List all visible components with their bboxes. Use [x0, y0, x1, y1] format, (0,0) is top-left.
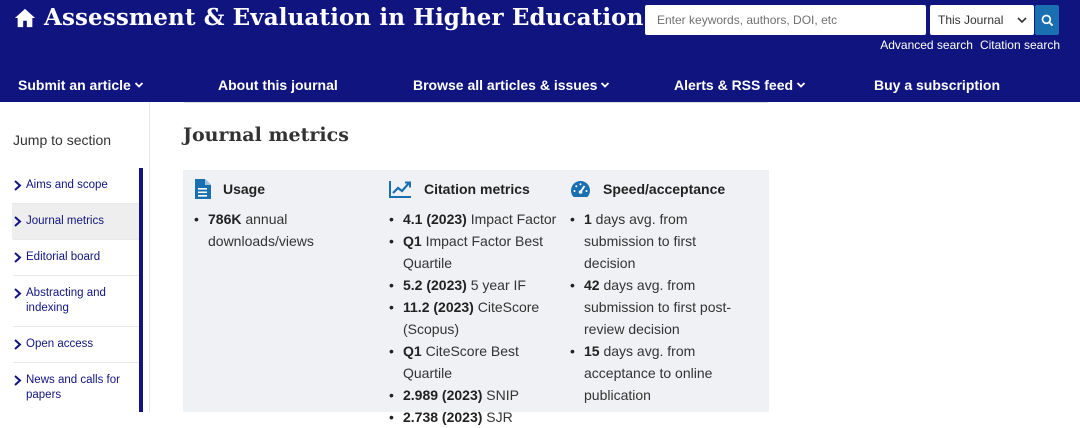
chevron-down-icon: [796, 82, 806, 88]
sidebar-item-label: Editorial board: [26, 251, 101, 263]
sidebar-item-news-calls[interactable]: News and calls for papers: [13, 362, 139, 413]
nav-label: Browse all articles & issues: [413, 77, 598, 93]
speed-column: Speed/acceptance 1 days avg. from submis…: [570, 170, 740, 406]
chevron-right-icon: [14, 252, 22, 263]
chevron-down-icon: [601, 82, 610, 88]
trend-chart-icon: [389, 181, 411, 198]
nav-buy-subscription[interactable]: Buy a subscription: [874, 77, 1000, 93]
usage-heading-label: Usage: [223, 181, 266, 197]
usage-list: 786K annual downloads/views: [194, 208, 384, 252]
chevron-right-icon: [14, 339, 22, 350]
metrics-panel: Usage 786K annual downloads/views Citati…: [183, 170, 769, 428]
journal-brand[interactable]: Assessment & Evaluation in Higher Educat…: [14, 4, 643, 31]
chevron-right-icon: [14, 180, 22, 191]
document-icon: [195, 179, 211, 199]
sidebar-item-label: News and calls for papers: [26, 374, 120, 401]
site-header: Assessment & Evaluation in Higher Educat…: [0, 0, 1080, 102]
nav-label: Alerts & RSS feed: [674, 77, 794, 93]
chevron-down-icon: [134, 82, 143, 88]
speed-list: 1 days avg. from submission to first dec…: [570, 208, 740, 406]
nav-browse-articles[interactable]: Browse all articles & issues: [413, 77, 610, 93]
sidebar-item-label: Aims and scope: [26, 179, 108, 191]
search-icon: [1041, 14, 1053, 26]
list-item: 15 days avg. from acceptance to online p…: [570, 340, 740, 406]
jump-section-list: Aims and scope Journal metrics Editorial…: [12, 168, 139, 413]
chevron-down-icon: [1017, 17, 1027, 24]
usage-column: Usage 786K annual downloads/views: [194, 170, 384, 252]
list-item: 11.2 (2023) CiteScore (Scopus): [389, 296, 567, 340]
sidebar-item-open-access[interactable]: Open access: [13, 326, 139, 362]
citation-heading-label: Citation metrics: [424, 181, 530, 197]
sidebar-item-label: Open access: [26, 338, 94, 350]
sidebar-item-editorial-board[interactable]: Editorial board: [13, 239, 139, 275]
sidebar-item-journal-metrics[interactable]: Journal metrics: [12, 203, 139, 239]
list-item: Q1 CiteScore Best Quartile: [389, 340, 567, 384]
nav-alerts-rss[interactable]: Alerts & RSS feed: [674, 77, 806, 93]
citation-column: Citation metrics 4.1 (2023) Impact Facto…: [389, 170, 567, 428]
list-item: Q1 Impact Factor Best Quartile: [389, 230, 567, 274]
content-divider: [184, 102, 768, 103]
journal-title[interactable]: Assessment & Evaluation in Higher Educat…: [44, 4, 643, 31]
citation-heading: Citation metrics: [389, 170, 567, 208]
citation-search-link[interactable]: Citation search: [980, 38, 1060, 52]
chevron-right-icon: [14, 288, 22, 299]
nav-about-journal[interactable]: About this journal: [218, 77, 338, 93]
list-item: 2.989 (2023) SNIP: [389, 384, 567, 406]
sidebar-accent-bar: [139, 168, 143, 412]
nav-submit-article[interactable]: Submit an article: [18, 77, 144, 93]
list-item: 2.738 (2023) SJR: [389, 406, 567, 428]
list-item: 1 days avg. from submission to first dec…: [570, 208, 740, 274]
chevron-right-icon: [14, 375, 22, 386]
speed-heading: Speed/acceptance: [570, 170, 740, 208]
section-title: Journal metrics: [183, 124, 349, 146]
search-links: Advanced search Citation search: [880, 38, 1060, 52]
sidebar-item-aims-scope[interactable]: Aims and scope: [13, 168, 139, 203]
search-button[interactable]: [1035, 5, 1059, 35]
sidebar-item-abstracting-indexing[interactable]: Abstracting and indexing: [13, 275, 139, 326]
main-nav: Submit an article About this journal Bro…: [0, 68, 1080, 102]
nav-label: Submit an article: [18, 77, 131, 93]
jump-to-section-title: Jump to section: [13, 132, 112, 148]
nav-label: Buy a subscription: [874, 77, 1001, 93]
advanced-search-link[interactable]: Advanced search: [880, 38, 973, 52]
home-icon: [14, 8, 36, 27]
sidebar-item-label: Abstracting and indexing: [26, 287, 106, 314]
usage-heading: Usage: [194, 170, 384, 208]
search-scope-select[interactable]: This Journal: [930, 5, 1034, 35]
citation-list: 4.1 (2023) Impact Factor Q1 Impact Facto…: [389, 208, 567, 428]
speedometer-icon: [571, 181, 590, 197]
search-input[interactable]: [645, 5, 926, 35]
chevron-right-icon: [14, 216, 22, 227]
list-item: 5.2 (2023) 5 year IF: [389, 274, 567, 296]
list-item: 4.1 (2023) Impact Factor: [389, 208, 567, 230]
search-scope-value: This Journal: [938, 13, 1004, 27]
speed-heading-label: Speed/acceptance: [603, 181, 726, 197]
list-item: 786K annual downloads/views: [194, 208, 384, 252]
nav-label: About this journal: [218, 77, 338, 93]
list-item: 42 days avg. from submission to first po…: [570, 274, 740, 340]
sidebar-item-label: Journal metrics: [26, 215, 104, 227]
